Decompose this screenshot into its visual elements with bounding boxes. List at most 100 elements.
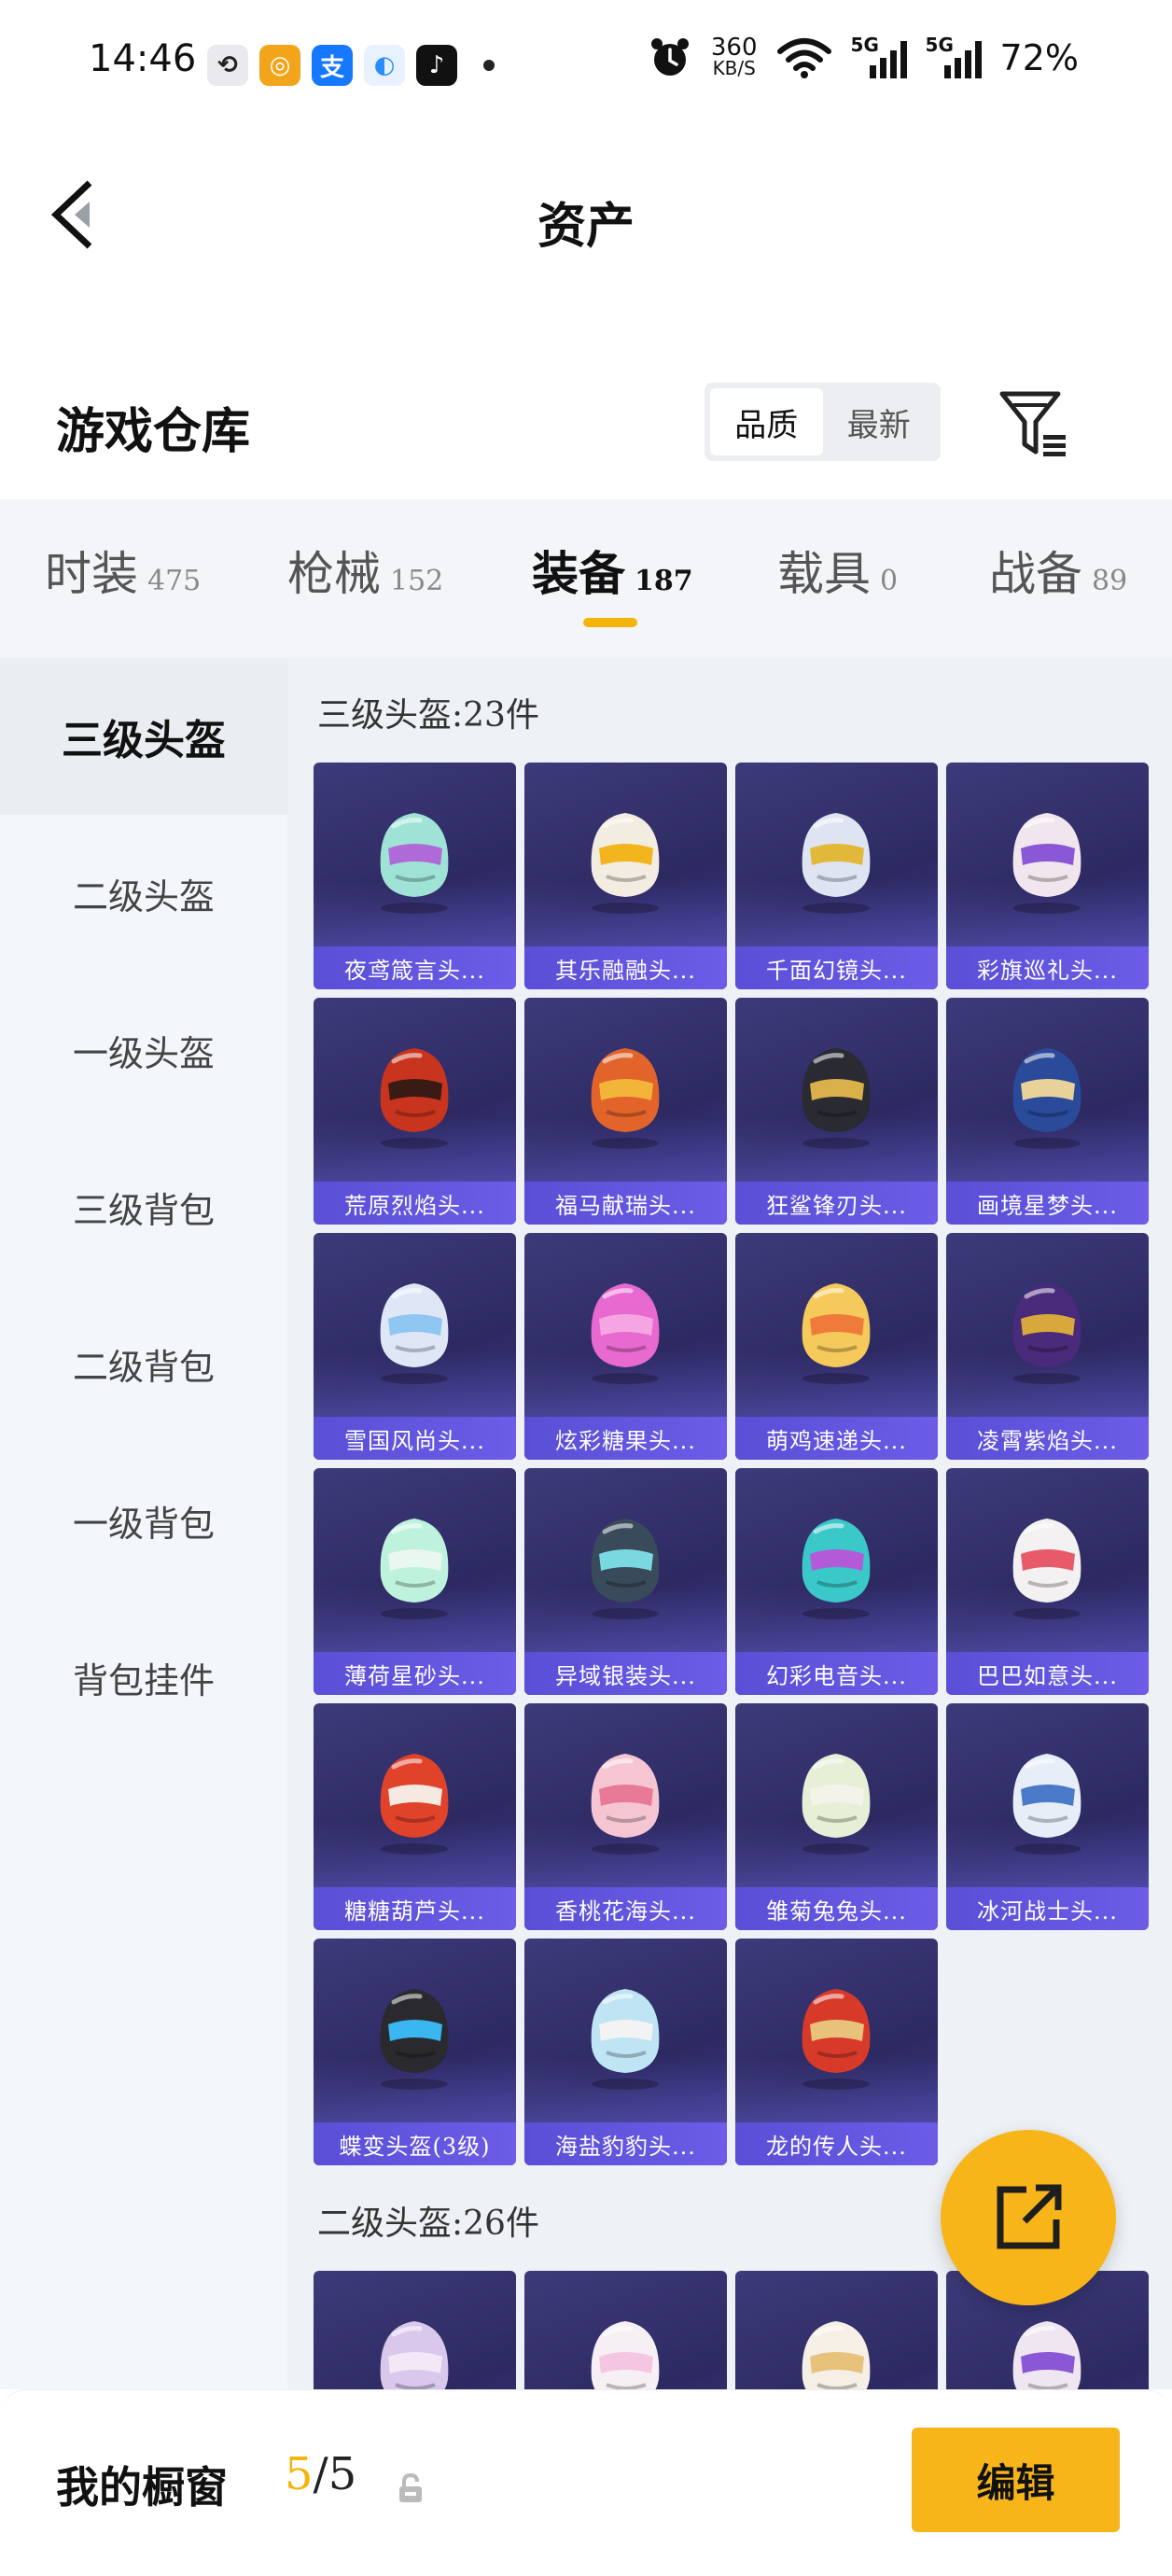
filter-icon bbox=[999, 391, 1066, 456]
tab-count: 475 bbox=[147, 565, 202, 597]
item-card[interactable]: 炫彩糖果头... bbox=[524, 1233, 727, 1460]
item-card[interactable]: 海盐豹豹头... bbox=[524, 1939, 727, 2165]
tab-equipment[interactable]: 装备 187 bbox=[532, 537, 693, 604]
tab-vehicles[interactable]: 载具 0 bbox=[777, 537, 898, 604]
network-speed-unit: KB/S bbox=[712, 57, 756, 79]
item-card[interactable]: 雏菊兔兔头... bbox=[735, 1703, 938, 1930]
item-label-bar: 萌鸡速递头... bbox=[735, 1417, 938, 1460]
network-speed-value: 360 bbox=[710, 34, 758, 62]
item-name: 龙的传人头... bbox=[766, 2133, 907, 2160]
warehouse-header: 游戏仓库 品质 最新 bbox=[0, 364, 1172, 476]
more-notifications-dot bbox=[483, 60, 495, 71]
helmet-icon bbox=[380, 1754, 449, 1855]
item-card[interactable] bbox=[314, 2271, 516, 2389]
item-label-bar: 雏菊兔兔头... bbox=[735, 1887, 938, 1930]
helmet-icon bbox=[802, 1048, 871, 1149]
item-card[interactable]: 福马献瑞头... bbox=[524, 998, 727, 1225]
tab-fashion[interactable]: 时装 475 bbox=[45, 537, 201, 604]
item-card[interactable]: 雪国风尚头... bbox=[314, 1233, 516, 1460]
helmet-icon bbox=[380, 813, 449, 914]
helmet-icon bbox=[591, 1283, 660, 1384]
helmet-icon bbox=[802, 1989, 871, 2090]
notification-icons: ⟲ ◎ 支 ◐ ♪ bbox=[207, 45, 495, 86]
helmet-icon bbox=[802, 1519, 871, 1619]
item-card[interactable] bbox=[524, 2271, 727, 2389]
item-label-bar: 炫彩糖果头... bbox=[524, 1417, 727, 1460]
sidebar-item-level1-helmet[interactable]: 一级头盔 bbox=[0, 972, 287, 1128]
item-name: 幻彩电音头... bbox=[766, 1662, 907, 1689]
item-label-bar: 雪国风尚头... bbox=[314, 1417, 516, 1460]
tab-count: 89 bbox=[1092, 565, 1128, 597]
tab-label: 装备 bbox=[532, 546, 625, 601]
filter-button[interactable] bbox=[997, 386, 1071, 461]
item-label-bar: 薄荷星砂头... bbox=[314, 1652, 516, 1695]
sort-by-quality-button[interactable]: 品质 bbox=[710, 388, 823, 455]
item-card[interactable]: 幻彩电音头... bbox=[735, 1468, 938, 1695]
item-card[interactable]: 冰河战士头... bbox=[946, 1703, 1149, 1930]
item-card[interactable]: 巴巴如意头... bbox=[946, 1468, 1149, 1695]
tab-label: 战备 bbox=[989, 547, 1082, 601]
item-card[interactable]: 萌鸡速递头... bbox=[735, 1233, 938, 1460]
tab-supplies[interactable]: 战备 89 bbox=[989, 537, 1127, 604]
item-card[interactable]: 龙的传人头... bbox=[735, 1939, 938, 2165]
item-card[interactable]: 狂鲨锋刃头... bbox=[735, 998, 938, 1225]
item-name: 薄荷星砂头... bbox=[344, 1662, 485, 1689]
item-card[interactable]: 香桃花海头... bbox=[524, 1703, 727, 1930]
cloud-app-icon: ◐ bbox=[364, 45, 405, 86]
item-name: 炫彩糖果头... bbox=[555, 1427, 696, 1454]
item-label-bar: 画境星梦头... bbox=[946, 1182, 1149, 1225]
helmet-icon bbox=[591, 1754, 660, 1855]
item-name: 夜鸢箴言头... bbox=[344, 957, 485, 984]
item-name: 巴巴如意头... bbox=[977, 1662, 1118, 1689]
item-name: 其乐融融头... bbox=[555, 957, 696, 984]
item-name: 凌霄紫焰头... bbox=[977, 1427, 1118, 1454]
item-name: 彩旗巡礼头... bbox=[977, 957, 1118, 984]
edit-button[interactable]: 编辑 bbox=[912, 2428, 1120, 2532]
tab-firearms[interactable]: 枪械 152 bbox=[287, 537, 443, 604]
item-card[interactable]: 千面幻镜头... bbox=[735, 763, 938, 989]
showcase-count: 5/5 bbox=[285, 2448, 356, 2500]
item-label-bar: 海盐豹豹头... bbox=[524, 2122, 727, 2165]
tiktok-icon: ♪ bbox=[416, 45, 457, 86]
helmet-icon bbox=[380, 1989, 449, 2090]
sidebar-item-backpack-charm[interactable]: 背包挂件 bbox=[0, 1599, 287, 1756]
status-bar: 14:46 ⟲ ◎ 支 ◐ ♪ 360 KB/S 5G 5G 72% bbox=[0, 0, 1172, 131]
item-card[interactable]: 糖糖葫芦头... bbox=[314, 1703, 516, 1930]
item-label-bar: 彩旗巡礼头... bbox=[946, 946, 1149, 989]
sidebar-item-level3-backpack[interactable]: 三级背包 bbox=[0, 1128, 287, 1285]
item-card[interactable]: 夜鸢箴言头... bbox=[314, 763, 516, 989]
item-label-bar: 巴巴如意头... bbox=[946, 1652, 1149, 1695]
sidebar-item-level1-backpack[interactable]: 一级背包 bbox=[0, 1442, 287, 1599]
item-card[interactable]: 凌霄紫焰头... bbox=[946, 1233, 1149, 1460]
tab-label: 载具 bbox=[777, 547, 871, 601]
sidebar-item-level2-backpack[interactable]: 二级背包 bbox=[0, 1285, 287, 1442]
main-area: 三级头盔 二级头盔 一级头盔 三级背包 二级背包 一级背包 背包挂件 三级头盔:… bbox=[0, 658, 1172, 2389]
item-name: 蝶变头盔(3级) bbox=[339, 2133, 491, 2160]
helmet-icon bbox=[591, 1519, 660, 1619]
item-label-bar: 异域银装头... bbox=[524, 1652, 727, 1695]
share-fab-button[interactable] bbox=[941, 2130, 1116, 2305]
sidebar-item-level2-helmet[interactable]: 二级头盔 bbox=[0, 815, 287, 972]
sidebar-item-level3-helmet[interactable]: 三级头盔 bbox=[0, 658, 287, 815]
item-label-bar: 龙的传人头... bbox=[735, 2122, 938, 2165]
item-card[interactable]: 荒原烈焰头... bbox=[314, 998, 516, 1225]
item-card[interactable]: 蝶变头盔(3级) bbox=[314, 1939, 516, 2165]
item-card[interactable]: 画境星梦头... bbox=[946, 998, 1149, 1225]
helmet-icon bbox=[1012, 2321, 1081, 2389]
page-title: 资产 bbox=[537, 198, 635, 255]
item-card[interactable]: 薄荷星砂头... bbox=[314, 1468, 516, 1695]
item-name: 异域银装头... bbox=[555, 1662, 696, 1689]
item-card[interactable]: 彩旗巡礼头... bbox=[946, 763, 1149, 989]
network-speed: 360 KB/S bbox=[710, 34, 758, 79]
item-label-bar: 凌霄紫焰头... bbox=[946, 1417, 1149, 1460]
item-name: 雏菊兔兔头... bbox=[766, 1897, 907, 1925]
showcase-total: /5 bbox=[313, 2448, 357, 2500]
section-title-level3-helmet: 三级头盔:23件 bbox=[317, 696, 539, 735]
helmet-icon bbox=[1012, 1048, 1081, 1149]
warehouse-title: 游戏仓库 bbox=[56, 403, 251, 460]
sort-by-newest-button[interactable]: 最新 bbox=[823, 388, 936, 455]
helmet-icon bbox=[591, 1989, 660, 2090]
item-card[interactable] bbox=[735, 2271, 938, 2389]
item-card[interactable]: 异域银装头... bbox=[524, 1468, 727, 1695]
item-card[interactable]: 其乐融融头... bbox=[524, 763, 727, 989]
